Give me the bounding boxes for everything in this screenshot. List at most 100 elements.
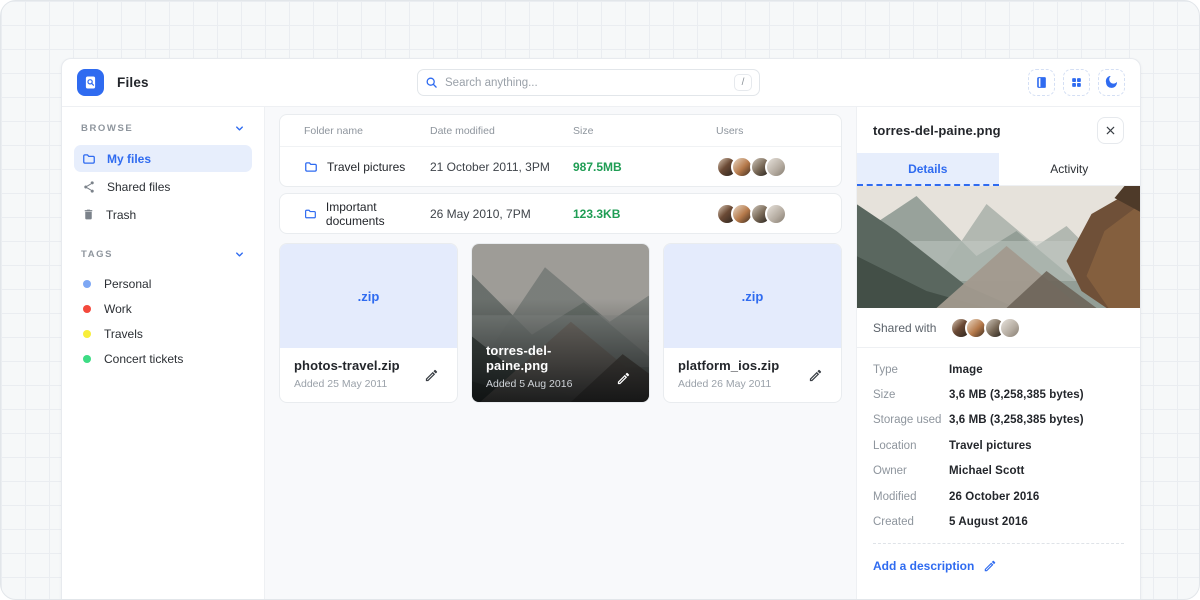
table-row-important-documents[interactable]: Important documents 26 May 2010, 7PM 123… bbox=[280, 194, 841, 233]
zip-badge: .zip bbox=[358, 289, 380, 304]
panel-file-title: torres-del-paine.png bbox=[873, 123, 1001, 138]
search-bar[interactable]: / bbox=[417, 69, 760, 96]
file-name: platform_ios.zip bbox=[678, 358, 779, 373]
mountain-photo-preview bbox=[857, 186, 1140, 308]
detail-value: 26 October 2016 bbox=[949, 491, 1039, 503]
header-actions bbox=[1028, 69, 1125, 96]
share-icon bbox=[82, 180, 96, 194]
app-header: Files / bbox=[62, 59, 1140, 107]
users-avatar-group[interactable] bbox=[716, 203, 817, 225]
app-logo-icon bbox=[77, 69, 104, 96]
folder-name: Important documents bbox=[326, 200, 430, 228]
shared-avatar-group[interactable] bbox=[950, 317, 1021, 339]
file-card-platform-ios-zip[interactable]: .zip platform_ios.zip Added 26 May 2011 bbox=[663, 243, 842, 403]
tag-label: Work bbox=[104, 302, 132, 316]
grid-icon bbox=[1070, 76, 1083, 89]
sidebar-item-label: My files bbox=[107, 152, 151, 166]
detail-value: Image bbox=[949, 364, 983, 376]
add-description-button[interactable]: Add a description bbox=[873, 543, 1124, 588]
sidebar: Browse My files Shared files bbox=[62, 107, 265, 600]
avatar bbox=[765, 203, 787, 225]
detail-row-size: Size 3,6 MB (3,258,385 bytes) bbox=[873, 382, 1124, 407]
apps-grid-button[interactable] bbox=[1063, 69, 1090, 96]
table-row-travel-pictures[interactable]: Travel pictures 21 October 2011, 3PM 987… bbox=[280, 147, 841, 186]
detail-label: Size bbox=[873, 389, 949, 401]
file-size: 987.5MB bbox=[573, 160, 716, 174]
main-content: Folder name Date modified Size Users Tra… bbox=[265, 107, 856, 600]
tag-item-concert-tickets[interactable]: Concert tickets bbox=[74, 346, 252, 371]
files-app-window: Files / bbox=[61, 58, 1141, 600]
folders-table: Folder name Date modified Size Users Tra… bbox=[279, 114, 842, 187]
file-details-list: Type Image Size 3,6 MB (3,258,385 bytes)… bbox=[857, 348, 1140, 537]
tag-dot-yellow bbox=[83, 330, 91, 338]
pencil-icon bbox=[983, 559, 997, 573]
close-icon bbox=[1105, 125, 1116, 136]
tag-item-work[interactable]: Work bbox=[74, 296, 252, 321]
sidebar-item-trash[interactable]: Trash bbox=[74, 201, 252, 228]
close-panel-button[interactable] bbox=[1097, 117, 1124, 144]
file-added-date: Added 5 Aug 2016 bbox=[486, 378, 612, 390]
search-input[interactable] bbox=[445, 77, 727, 89]
folder-icon bbox=[82, 152, 96, 166]
file-name: photos-travel.zip bbox=[294, 358, 400, 373]
folders-table-row-2: Important documents 26 May 2010, 7PM 123… bbox=[279, 193, 842, 234]
tag-item-travels[interactable]: Travels bbox=[74, 321, 252, 346]
tab-details[interactable]: Details bbox=[857, 153, 999, 186]
chevron-down-icon[interactable] bbox=[234, 249, 245, 260]
search-shortcut-badge: / bbox=[734, 74, 752, 91]
avatar bbox=[765, 156, 787, 178]
image-preview bbox=[857, 186, 1140, 308]
file-cards-row: .zip photos-travel.zip Added 25 May 2011 bbox=[279, 243, 842, 403]
zip-thumbnail: .zip bbox=[664, 244, 841, 348]
zip-thumbnail: .zip bbox=[280, 244, 457, 348]
date-modified: 21 October 2011, 3PM bbox=[430, 160, 573, 174]
tag-item-personal[interactable]: Personal bbox=[74, 271, 252, 296]
tags-section-header[interactable]: Tags bbox=[74, 249, 252, 260]
file-added-date: Added 25 May 2011 bbox=[294, 378, 400, 390]
tab-activity[interactable]: Activity bbox=[999, 153, 1141, 186]
detail-label: Type bbox=[873, 364, 949, 376]
moon-icon bbox=[1105, 76, 1118, 89]
tag-label: Personal bbox=[104, 277, 151, 291]
dark-mode-toggle[interactable] bbox=[1098, 69, 1125, 96]
chevron-down-icon[interactable] bbox=[234, 123, 245, 134]
users-avatar-group[interactable] bbox=[716, 156, 817, 178]
folder-icon bbox=[304, 207, 317, 221]
detail-label: Owner bbox=[873, 465, 949, 477]
column-header-folder-name: Folder name bbox=[304, 125, 430, 137]
tag-label: Travels bbox=[104, 327, 143, 341]
detail-label: Created bbox=[873, 516, 949, 528]
tag-dot-green bbox=[83, 355, 91, 363]
shared-with-label: Shared with bbox=[873, 321, 936, 335]
add-description-label: Add a description bbox=[873, 559, 974, 573]
tag-label: Concert tickets bbox=[104, 352, 183, 366]
file-name: torres-del-paine.png bbox=[486, 343, 612, 373]
edit-file-button[interactable] bbox=[804, 364, 827, 387]
pencil-icon bbox=[808, 368, 823, 383]
detail-row-modified: Modified 26 October 2016 bbox=[873, 484, 1124, 509]
book-icon bbox=[1035, 76, 1048, 89]
column-header-users: Users bbox=[716, 125, 817, 137]
file-size: 123.3KB bbox=[573, 207, 716, 221]
sidebar-item-shared-files[interactable]: Shared files bbox=[74, 173, 252, 200]
sidebar-item-label: Shared files bbox=[107, 180, 170, 194]
folder-name: Travel pictures bbox=[327, 160, 405, 174]
edit-file-button[interactable] bbox=[612, 367, 635, 390]
column-header-size: Size bbox=[573, 125, 716, 137]
file-card-torres-del-paine[interactable]: torres-del-paine.png Added 5 Aug 2016 bbox=[471, 243, 650, 403]
sidebar-item-my-files[interactable]: My files bbox=[74, 145, 252, 172]
detail-value: 3,6 MB (3,258,385 bytes) bbox=[949, 389, 1084, 401]
tag-dot-red bbox=[83, 305, 91, 313]
app-title: Files bbox=[117, 75, 149, 90]
detail-row-type: Type Image bbox=[873, 357, 1124, 382]
date-modified: 26 May 2010, 7PM bbox=[430, 207, 573, 221]
detail-label: Modified bbox=[873, 491, 949, 503]
detail-label: Location bbox=[873, 440, 949, 452]
file-card-photos-travel-zip[interactable]: .zip photos-travel.zip Added 25 May 2011 bbox=[279, 243, 458, 403]
sidebar-item-label: Trash bbox=[106, 208, 136, 222]
detail-row-storage-used: Storage used 3,6 MB (3,258,385 bytes) bbox=[873, 408, 1124, 433]
library-button[interactable] bbox=[1028, 69, 1055, 96]
panel-tabs: Details Activity bbox=[857, 153, 1140, 186]
browse-section-header[interactable]: Browse bbox=[74, 123, 252, 134]
edit-file-button[interactable] bbox=[420, 364, 443, 387]
